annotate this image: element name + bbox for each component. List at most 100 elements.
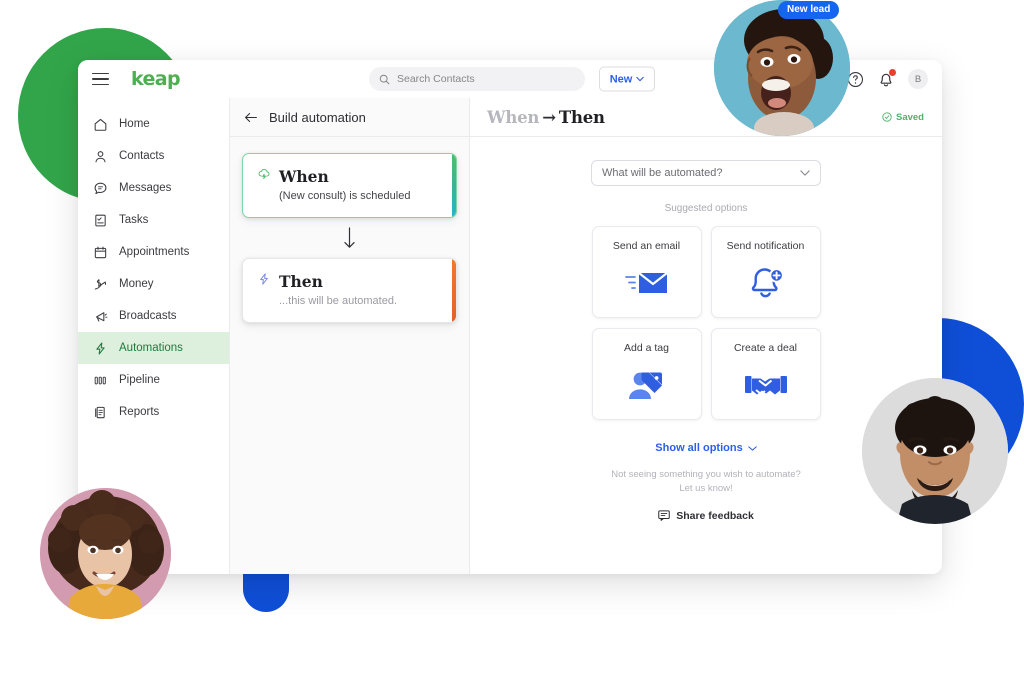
option-card-add-a-tag[interactable]: Add a tag <box>591 328 702 420</box>
automation-type-select[interactable]: What will be automated? <box>591 160 821 186</box>
suggested-options-label: Suggested options <box>664 203 748 214</box>
envelope-icon <box>624 265 670 301</box>
sidebar-item-reports[interactable]: Reports <box>78 396 229 428</box>
option-card-send-notification[interactable]: Send notification <box>710 226 821 318</box>
new-lead-badge: New lead <box>778 1 840 19</box>
breadcrumb-when[interactable]: When <box>487 108 539 127</box>
arrow-down-icon <box>242 218 457 258</box>
search-icon <box>379 74 390 84</box>
arrow-left-icon[interactable] <box>244 111 258 124</box>
money-trend-icon <box>93 277 108 292</box>
cloud-lightning-icon <box>257 167 271 186</box>
sidebar-item-messages[interactable]: Messages <box>78 172 229 204</box>
check-circle-icon <box>882 112 892 122</box>
builder-header: Build automation <box>230 98 469 137</box>
window-body: Home Contacts Messages Tasks Appointment… <box>78 98 942 574</box>
sidebar-item-pipeline[interactable]: Pipeline <box>78 364 229 396</box>
screenshot-stage: keap New <box>0 0 1024 686</box>
sidebar-item-appointments[interactable]: Appointments <box>78 236 229 268</box>
then-card-subtitle: ...this will be automated. <box>279 295 398 307</box>
user-avatar-button[interactable]: B <box>908 69 928 89</box>
then-card-title: Then <box>279 272 323 291</box>
topbar-right-actions: B <box>847 68 928 89</box>
sidebar-item-label: Home <box>119 118 150 130</box>
sidebar-item-label: Appointments <box>119 246 190 258</box>
sidebar-item-label: Contacts <box>119 150 165 162</box>
new-button-label: New <box>609 73 633 85</box>
share-feedback-label: Share feedback <box>676 509 754 522</box>
sidebar-item-automations[interactable]: Automations <box>78 332 229 364</box>
option-label: Create a deal <box>733 342 798 354</box>
sidebar-item-home[interactable]: Home <box>78 108 229 140</box>
then-card[interactable]: Then ...this will be automated. <box>242 258 457 323</box>
sidebar-item-label: Messages <box>119 182 172 194</box>
bell-plus-icon <box>747 265 785 301</box>
sidebar-item-contacts[interactable]: Contacts <box>78 140 229 172</box>
search-box[interactable] <box>369 67 585 91</box>
sidebar-item-label: Broadcasts <box>119 310 177 322</box>
chevron-down-icon <box>800 170 810 176</box>
sidebar-item-broadcasts[interactable]: Broadcasts <box>78 300 229 332</box>
new-button[interactable]: New <box>599 66 655 92</box>
chevron-down-icon <box>747 445 757 451</box>
feedback-comment-icon <box>658 510 670 521</box>
option-label: Send an email <box>612 240 681 252</box>
breadcrumb-arrow: → <box>542 107 556 127</box>
show-all-options-label: Show all options <box>655 442 743 454</box>
page-title: Build automation <box>269 109 366 125</box>
sidebar-item-label: Reports <box>119 406 160 418</box>
option-card-send-an-email[interactable]: Send an email <box>591 226 702 318</box>
detail-body: What will be automated? Suggested option… <box>470 137 942 574</box>
sidebar-item-tasks[interactable]: Tasks <box>78 204 229 236</box>
feedback-prompt: Not seeing something you wish to automat… <box>611 468 801 496</box>
sidebar-item-label: Money <box>119 278 154 290</box>
sidebar-item-label: Tasks <box>119 214 149 226</box>
chevron-down-icon <box>636 76 645 82</box>
when-card-subtitle: (New consult) is scheduled <box>279 190 411 202</box>
breadcrumb-then[interactable]: Then <box>559 108 605 127</box>
keap-logo: keap <box>131 68 181 90</box>
show-all-options-link[interactable]: Show all options <box>655 442 757 454</box>
when-card[interactable]: When (New consult) is scheduled <box>242 153 457 218</box>
person-tag-icon <box>625 367 669 403</box>
avatar-photo-new-lead <box>714 0 850 136</box>
home-icon <box>93 117 108 132</box>
avatar-photo-man <box>862 378 1008 524</box>
option-label: Send notification <box>726 240 805 252</box>
option-card-create-a-deal[interactable]: Create a deal <box>710 328 821 420</box>
sidebar-item-label: Pipeline <box>119 374 160 386</box>
handshake-icon <box>744 367 788 403</box>
lightning-bolt-icon <box>93 341 108 356</box>
hamburger-menu-icon[interactable] <box>92 72 109 86</box>
checklist-icon <box>93 213 108 228</box>
sidebar-item-label: Automations <box>119 342 183 354</box>
when-card-accent-edge <box>452 154 456 217</box>
search-input[interactable] <box>397 73 575 85</box>
chat-bubble-icon <box>93 181 108 196</box>
person-icon <box>93 149 108 164</box>
select-placeholder: What will be automated? <box>602 167 723 179</box>
megaphone-icon <box>93 309 108 324</box>
avatar-photo-curly-woman <box>40 488 171 619</box>
detail-header: When → Then Saved <box>470 98 942 137</box>
builder-flow: When (New consult) is scheduled Then ...… <box>230 137 469 323</box>
pipeline-bars-icon <box>93 373 108 388</box>
then-card-accent-edge <box>452 259 456 322</box>
automation-detail-panel: When → Then Saved What will be automated? <box>470 98 942 574</box>
suggested-options-grid: Send an email Send notification Add a ta… <box>591 226 821 420</box>
lightning-bolt-icon <box>257 272 271 291</box>
automation-builder-panel: Build automation When (New consult) is s… <box>230 98 470 574</box>
notification-alert-dot <box>889 68 896 76</box>
feedback-prompt-line1: Not seeing something you wish to automat… <box>611 469 801 480</box>
saved-label: Saved <box>896 111 924 123</box>
app-window: keap New <box>78 60 942 574</box>
calendar-icon <box>93 245 108 260</box>
feedback-prompt-line2: Let us know! <box>679 482 733 494</box>
when-then-breadcrumb: When → Then <box>487 108 605 127</box>
status-badge: Saved <box>882 112 924 123</box>
notification-bell[interactable] <box>878 68 896 88</box>
share-feedback-button[interactable]: Share feedback <box>658 510 754 522</box>
when-card-title: When <box>279 167 329 186</box>
report-document-icon <box>93 405 108 420</box>
sidebar-item-money[interactable]: Money <box>78 268 229 300</box>
